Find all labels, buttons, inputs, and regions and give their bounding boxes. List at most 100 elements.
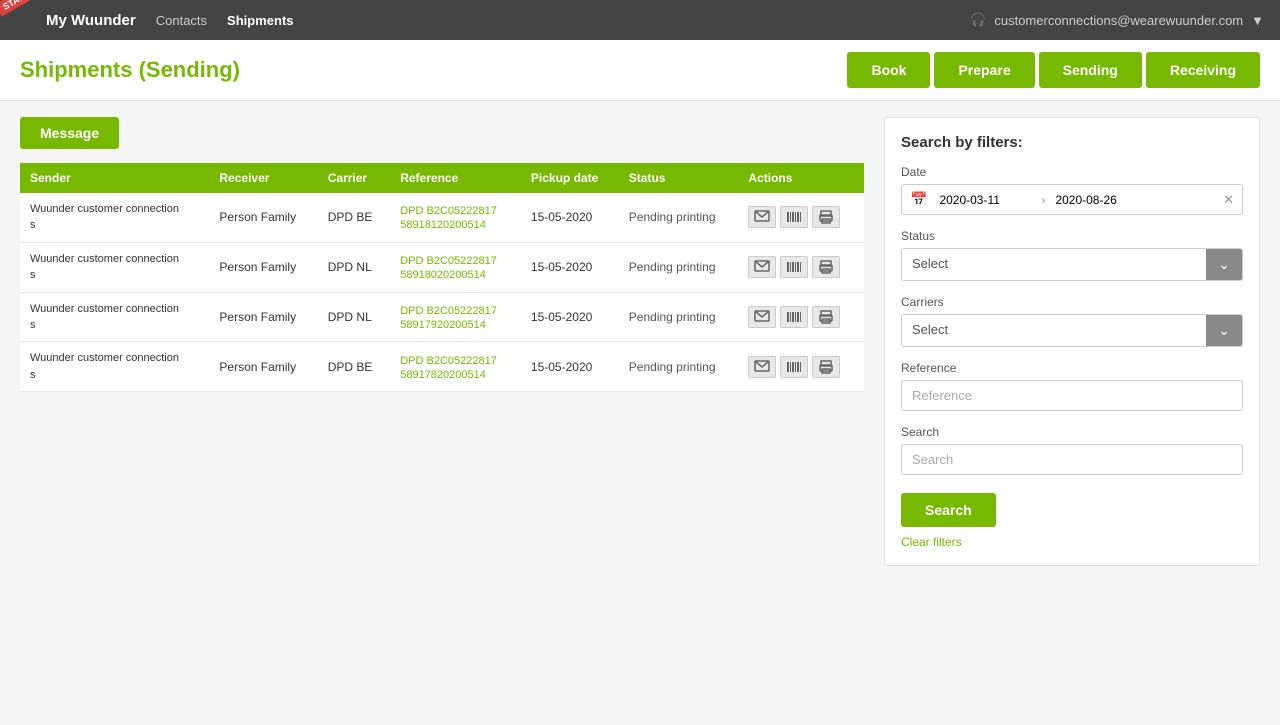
table-header-row: Sender Receiver Carrier Reference Pickup… (20, 163, 864, 193)
cell-receiver: Person Family (209, 342, 317, 392)
nav-link-contacts[interactable]: Contacts (156, 13, 207, 28)
filter-panel-title: Search by filters: (901, 134, 1243, 151)
tab-prepare[interactable]: Prepare (934, 52, 1034, 88)
status-label: Status (901, 229, 1243, 243)
reference-label: Reference (901, 361, 1243, 375)
action-print-icon[interactable] (812, 306, 840, 328)
nav-left: My Wuunder Contacts Shipments (46, 12, 294, 29)
dropdown-arrow-icon[interactable]: ▼ (1251, 13, 1264, 28)
reference-link[interactable]: DPD B2C0522281758917920200514 (400, 305, 497, 331)
table-row: Wuunder customer connections Person Fami… (20, 242, 864, 292)
message-button[interactable]: Message (20, 117, 119, 149)
staging-badge: STAGING (0, 0, 51, 17)
tab-book[interactable]: Book (847, 52, 930, 88)
tab-receiving[interactable]: Receiving (1146, 52, 1260, 88)
action-message-icon[interactable] (748, 206, 776, 228)
shipments-table: Sender Receiver Carrier Reference Pickup… (20, 163, 864, 392)
table-area: Message Sender Receiver Carrier Referenc… (20, 117, 864, 709)
col-actions: Actions (738, 163, 864, 193)
col-sender: Sender (20, 163, 209, 193)
date-filter-group: Date 📅 › ✕ (901, 165, 1243, 215)
cell-carrier: DPD NL (318, 292, 390, 342)
date-range-row: 📅 › ✕ (901, 184, 1243, 215)
nav-links: Contacts Shipments (156, 13, 294, 28)
action-barcode-icon[interactable] (780, 256, 808, 278)
nav-brand: My Wuunder (46, 12, 136, 29)
top-navigation: STAGING My Wuunder Contacts Shipments 🎧 … (0, 0, 1280, 40)
reference-link[interactable]: DPD B2C0522281758917820200514 (400, 355, 497, 381)
cell-carrier: DPD BE (318, 193, 390, 242)
action-barcode-icon[interactable] (780, 306, 808, 328)
reference-filter-group: Reference (901, 361, 1243, 411)
action-print-icon[interactable] (812, 256, 840, 278)
date-to-input[interactable] (1051, 187, 1151, 213)
tab-buttons: Book Prepare Sending Receiving (847, 52, 1260, 88)
action-message-icon[interactable] (748, 306, 776, 328)
action-message-icon[interactable] (748, 256, 776, 278)
carriers-select-text: Select (902, 315, 1206, 346)
main-content: Message Sender Receiver Carrier Referenc… (0, 101, 1280, 725)
date-clear-button[interactable]: ✕ (1215, 186, 1242, 214)
cell-sender: Wuunder customer connections (20, 292, 209, 342)
cell-status: Pending printing (619, 342, 739, 392)
date-arrow-icon: › (1035, 193, 1051, 207)
cell-status: Pending printing (619, 193, 739, 242)
action-barcode-icon[interactable] (780, 206, 808, 228)
cell-actions (738, 193, 864, 242)
table-row: Wuunder customer connections Person Fami… (20, 342, 864, 392)
search-input[interactable] (901, 444, 1243, 475)
reference-link[interactable]: DPD B2C0522281758918120200514 (400, 205, 497, 231)
page-header: Shipments (Sending) Book Prepare Sending… (0, 40, 1280, 101)
nav-right: 🎧 customerconnections@wearewuunder.com ▼ (970, 12, 1264, 28)
cell-reference: DPD B2C0522281758917920200514 (390, 292, 521, 342)
table-row: Wuunder customer connections Person Fami… (20, 193, 864, 242)
search-label: Search (901, 425, 1243, 439)
reference-input[interactable] (901, 380, 1243, 411)
action-print-icon[interactable] (812, 206, 840, 228)
headset-icon: 🎧 (970, 12, 986, 28)
cell-pickup-date: 15-05-2020 (521, 242, 619, 292)
carriers-select-button[interactable]: ⌄ (1206, 315, 1242, 346)
table-row: Wuunder customer connections Person Fami… (20, 292, 864, 342)
cell-pickup-date: 15-05-2020 (521, 342, 619, 392)
cell-status: Pending printing (619, 292, 739, 342)
calendar-icon: 📅 (902, 185, 935, 214)
cell-carrier: DPD BE (318, 342, 390, 392)
cell-sender: Wuunder customer connections (20, 193, 209, 242)
status-select-button[interactable]: ⌄ (1206, 249, 1242, 280)
cell-pickup-date: 15-05-2020 (521, 292, 619, 342)
cell-reference: DPD B2C0522281758917820200514 (390, 342, 521, 392)
cell-sender: Wuunder customer connections (20, 342, 209, 392)
nav-link-shipments[interactable]: Shipments (227, 13, 293, 28)
cell-reference: DPD B2C0522281758918120200514 (390, 193, 521, 242)
cell-receiver: Person Family (209, 193, 317, 242)
cell-actions (738, 242, 864, 292)
search-button[interactable]: Search (901, 493, 996, 527)
col-status: Status (619, 163, 739, 193)
chevron-down-icon-carriers: ⌄ (1218, 322, 1230, 339)
clear-filters-button[interactable]: Clear filters (901, 535, 962, 549)
tab-sending[interactable]: Sending (1039, 52, 1142, 88)
cell-receiver: Person Family (209, 242, 317, 292)
search-filter-group: Search (901, 425, 1243, 475)
action-message-icon[interactable] (748, 356, 776, 378)
col-receiver: Receiver (209, 163, 317, 193)
status-filter-group: Status Select ⌄ (901, 229, 1243, 281)
cell-sender: Wuunder customer connections (20, 242, 209, 292)
cell-reference: DPD B2C0522281758918020200514 (390, 242, 521, 292)
cell-status: Pending printing (619, 242, 739, 292)
chevron-down-icon: ⌄ (1218, 256, 1230, 273)
status-select-text: Select (902, 249, 1206, 280)
page-title: Shipments (Sending) (20, 57, 240, 83)
cell-actions (738, 292, 864, 342)
carriers-filter-group: Carriers Select ⌄ (901, 295, 1243, 347)
filter-panel: Search by filters: Date 📅 › ✕ Status Sel… (884, 117, 1260, 566)
action-print-icon[interactable] (812, 356, 840, 378)
col-carrier: Carrier (318, 163, 390, 193)
carriers-label: Carriers (901, 295, 1243, 309)
cell-carrier: DPD NL (318, 242, 390, 292)
action-barcode-icon[interactable] (780, 356, 808, 378)
date-from-input[interactable] (935, 187, 1035, 213)
reference-link[interactable]: DPD B2C0522281758918020200514 (400, 255, 497, 281)
col-reference: Reference (390, 163, 521, 193)
